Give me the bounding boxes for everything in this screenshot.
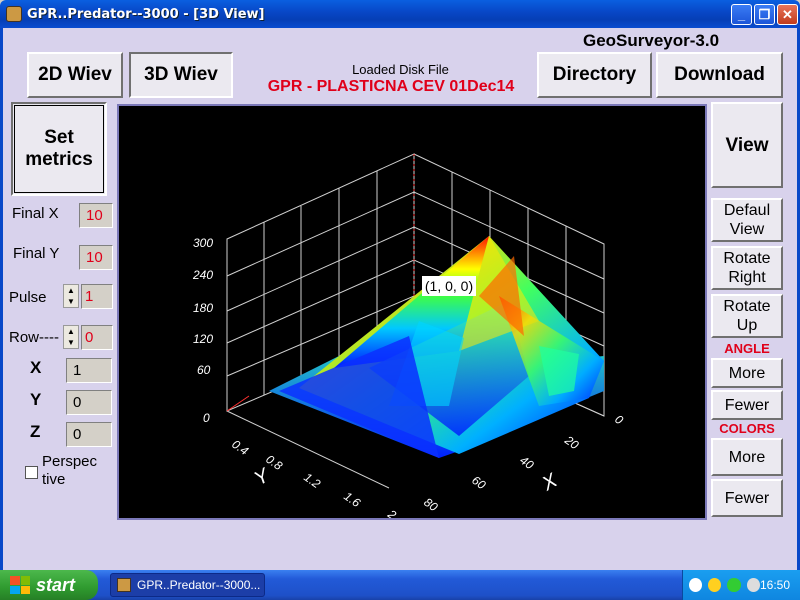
chevron-left-icon[interactable] — [689, 578, 703, 592]
tab-2d-view[interactable]: 2D Wiev — [27, 52, 123, 98]
start-label: start — [36, 574, 76, 595]
pulse-field[interactable]: 1 — [81, 284, 113, 309]
colors-fewer-button[interactable]: Fewer — [711, 479, 783, 517]
volume-icon[interactable] — [746, 578, 760, 592]
pulse-stepper[interactable]: ▲ ▼ — [63, 284, 79, 308]
title-bar[interactable]: GPR..Predator--3000 - [3D View] _ ❐ ✕ — [0, 0, 800, 28]
taskbar-app-label: GPR..Predator--3000... — [137, 578, 261, 592]
close-button[interactable]: ✕ — [777, 4, 798, 25]
app-icon — [117, 578, 131, 592]
clock[interactable]: 16:50 — [760, 578, 790, 592]
row-field[interactable]: 0 — [81, 325, 113, 350]
plot-3d-area[interactable]: (1, 0, 0) 60 120 180 240 300 0 0.4 0.8 1… — [117, 104, 707, 522]
z-coord-value: 0 — [66, 422, 112, 447]
loaded-file-label: Loaded Disk File — [352, 62, 449, 77]
main-window: GeoSurveyor-3.0 2D Wiev 3D Wiev Loaded D… — [0, 28, 800, 570]
stepper-down-icon[interactable]: ▼ — [64, 337, 78, 348]
z-tick: 180 — [193, 301, 213, 315]
y-coord-label: Y — [30, 390, 42, 409]
z-tick: 120 — [193, 332, 213, 346]
final-y-label: Final Y — [13, 245, 60, 262]
download-button[interactable]: Download — [656, 52, 783, 98]
y-tick: 1.2 — [301, 470, 323, 491]
stepper-up-icon[interactable]: ▲ — [64, 326, 78, 337]
z-coord-label: Z — [30, 422, 41, 441]
perspective-checkbox[interactable] — [25, 466, 38, 479]
system-tray: 16:50 — [682, 570, 800, 600]
angle-more-button[interactable]: More — [711, 358, 783, 388]
y-tick: 2 — [384, 506, 399, 518]
x-tick: 60 — [469, 473, 488, 492]
angle-fewer-button[interactable]: Fewer — [711, 390, 783, 420]
z-tick: 240 — [192, 268, 213, 282]
final-x-field[interactable]: 10 — [79, 203, 113, 228]
default-view-button[interactable]: Defaul View — [711, 198, 783, 242]
colors-more-button[interactable]: More — [711, 438, 783, 476]
colors-label: COLORS — [719, 421, 775, 436]
x-coord-label: X — [30, 358, 42, 377]
row-stepper[interactable]: ▲ ▼ — [63, 325, 79, 349]
x-tick: 20 — [561, 432, 581, 452]
app-icon — [6, 6, 22, 22]
tab-3d-view[interactable]: 3D Wiev — [129, 52, 233, 98]
row-label: Row---- — [9, 329, 59, 346]
rotate-up-button[interactable]: Rotate Up — [711, 294, 783, 338]
directory-button[interactable]: Directory — [537, 52, 652, 98]
windows-logo-icon — [10, 576, 30, 594]
final-x-label: Final X — [12, 205, 59, 222]
x-tick: 40 — [517, 453, 536, 472]
surface-plot[interactable]: (1, 0, 0) 60 120 180 240 300 0 0.4 0.8 1… — [119, 106, 705, 522]
z-tick: 300 — [193, 236, 213, 250]
z-tick: 60 — [197, 363, 211, 377]
set-metrics-button[interactable]: Set metrics — [11, 102, 107, 196]
pulse-label: Pulse — [9, 289, 47, 306]
minimize-button[interactable]: _ — [731, 4, 752, 25]
x-coord-value: 1 — [66, 358, 112, 383]
rotate-right-button[interactable]: Rotate Right — [711, 246, 783, 290]
network-icon[interactable] — [708, 578, 722, 592]
loaded-file-name: GPR - PLASTICNA CEV 01Dec14 — [267, 78, 515, 95]
x-tick: 0 — [612, 412, 626, 427]
y-coord-value: 0 — [66, 390, 112, 415]
taskbar: start GPR..Predator--3000... 16:50 — [0, 570, 800, 600]
taskbar-app-button[interactable]: GPR..Predator--3000... — [110, 573, 265, 597]
brand-title: GeoSurveyor-3.0 — [582, 31, 720, 50]
stepper-up-icon[interactable]: ▲ — [64, 285, 78, 296]
signal-icon[interactable] — [727, 578, 741, 592]
stepper-down-icon[interactable]: ▼ — [64, 296, 78, 307]
cursor-tooltip: (1, 0, 0) — [425, 278, 473, 294]
window-title: GPR..Predator--3000 - [3D View] — [27, 6, 265, 22]
angle-label: ANGLE — [724, 341, 770, 356]
y-tick: 0.4 — [229, 437, 251, 458]
y-tick: 1.6 — [341, 489, 363, 510]
final-y-field[interactable]: 10 — [79, 245, 113, 270]
x-axis-label: X — [538, 469, 562, 496]
x-tick: 80 — [421, 495, 440, 514]
y-tick: 0.8 — [263, 452, 285, 473]
perspective-label: Perspec tive — [42, 453, 98, 488]
y-tick: 0 — [203, 411, 210, 425]
view-button[interactable]: View — [711, 102, 783, 188]
restore-button[interactable]: ❐ — [754, 4, 775, 25]
start-button[interactable]: start — [0, 570, 98, 600]
